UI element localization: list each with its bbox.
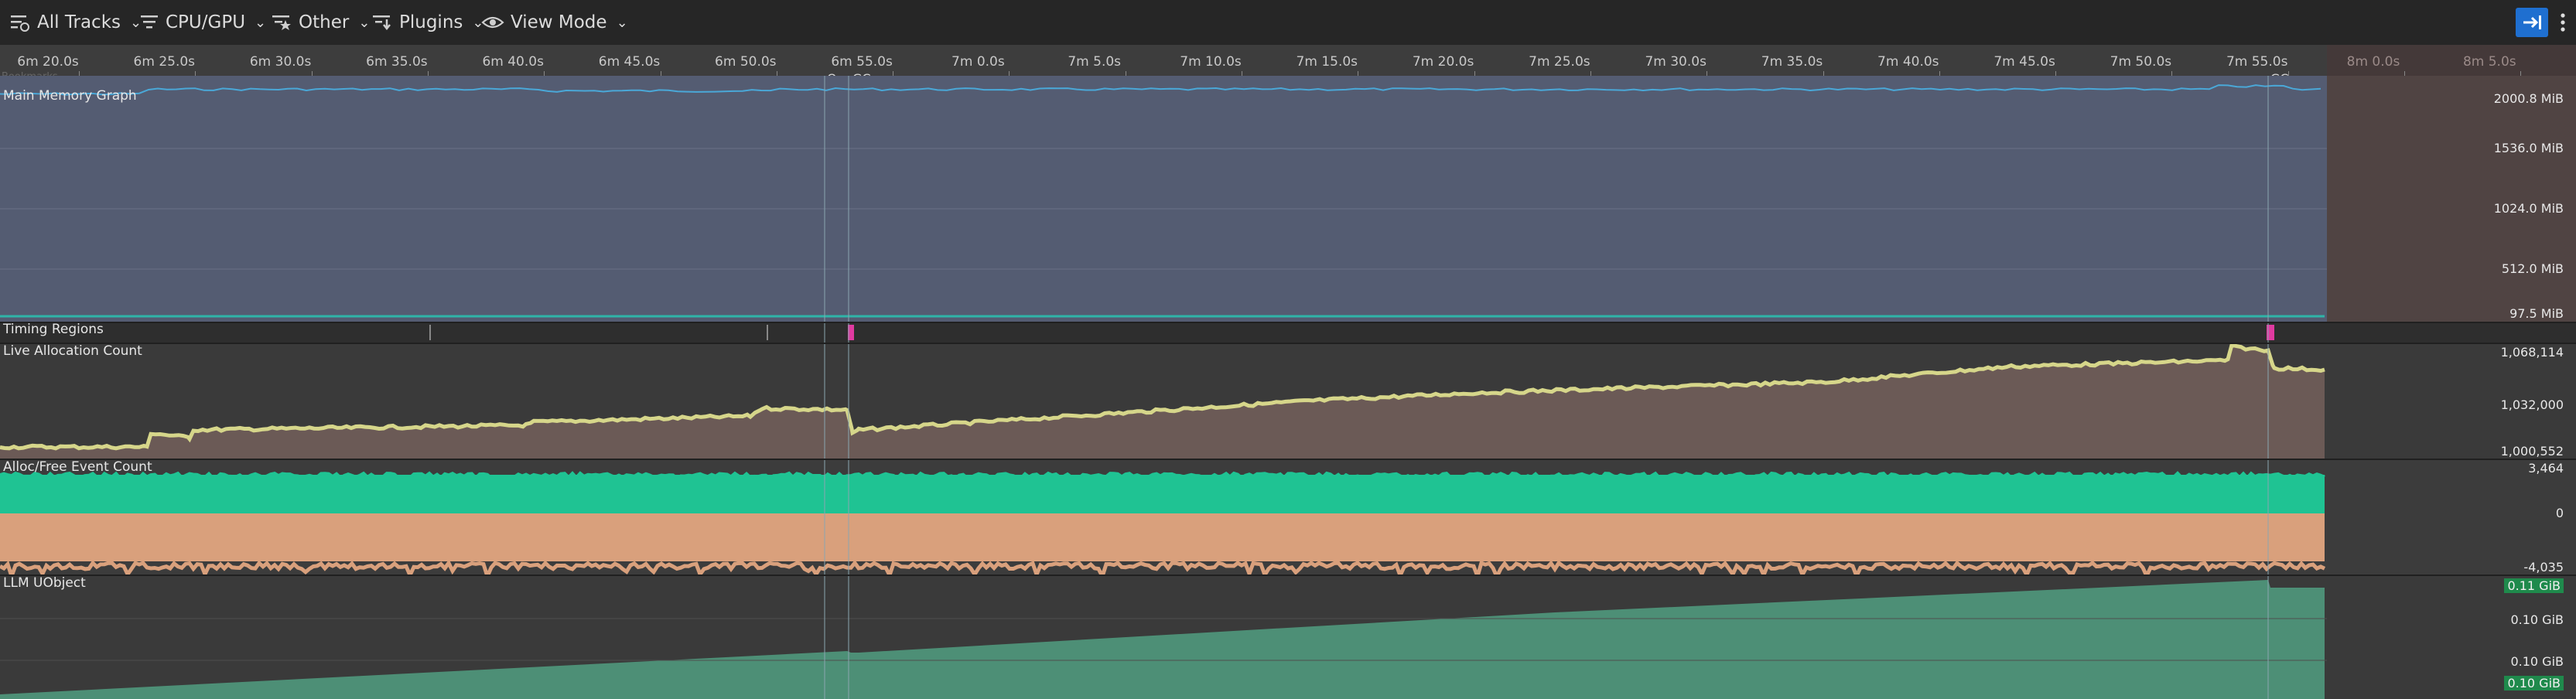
main-memory-area <box>0 76 2327 322</box>
chevron-down-icon: ⌄ <box>616 14 628 31</box>
plugins-button[interactable]: Plugins ⌄ <box>371 6 483 39</box>
memory-axis-label: 97.5 MiB <box>2509 306 2564 321</box>
eye-icon <box>481 16 504 29</box>
lane-separator <box>0 343 2576 344</box>
chevron-down-icon: ⌄ <box>255 14 267 31</box>
time-tick-label: 6m 25.0s <box>133 54 196 70</box>
view-mode-button[interactable]: View Mode ⌄ <box>481 6 628 39</box>
tracks-filter-icon <box>11 15 29 32</box>
memory-axis-label: 1536.0 MiB <box>2493 141 2564 155</box>
all-tracks-button[interactable]: All Tracks ⌄ <box>9 6 142 39</box>
time-tick-label: 7m 35.0s <box>1761 54 1823 70</box>
view-mode-label: View Mode <box>511 12 607 32</box>
memory-axis-label: 2000.8 MiB <box>2493 91 2564 106</box>
time-tick-label: 7m 45.0s <box>1993 54 2055 70</box>
time-tick-label: 7m 55.0s <box>2226 54 2288 70</box>
time-tick-label: 7m 30.0s <box>1645 54 1707 70</box>
alloc-axis-label: 0 <box>2555 506 2564 520</box>
cpu-gpu-button[interactable]: CPU/GPU ⌄ <box>139 6 266 39</box>
time-tick-label: 7m 20.0s <box>1412 54 1474 70</box>
lane-separator <box>0 459 2576 460</box>
track-title-main-memory[interactable]: Main Memory Graph <box>3 88 137 104</box>
alloc-negative-area <box>0 513 2325 561</box>
kebab-icon <box>2561 13 2565 32</box>
llm-axis-value: 0.11 GiB <box>2504 578 2564 593</box>
track-title-alloc-free[interactable]: Alloc/Free Event Count <box>3 459 152 475</box>
time-tick-label: 7m 40.0s <box>1877 54 1939 70</box>
lane-separator <box>0 322 2576 323</box>
plugins-label: Plugins <box>399 12 463 32</box>
time-tick-label: 6m 45.0s <box>598 54 661 70</box>
live-axis-label: 1,000,552 <box>2500 444 2564 459</box>
time-tick-label: 6m 35.0s <box>366 54 428 70</box>
track-title-llm-uobject[interactable]: LLM UObject <box>3 575 86 591</box>
time-tick-label: 6m 55.0s <box>831 54 893 70</box>
memory-axis-label: 512.0 MiB <box>2501 261 2564 276</box>
time-tick-label: 8m 0.0s <box>2346 54 2400 70</box>
lane-separator <box>0 575 2576 576</box>
time-tick-label: 7m 50.0s <box>2110 54 2172 70</box>
time-tick-label: 7m 5.0s <box>1068 54 1122 70</box>
alloc-axis-label: 3,464 <box>2528 461 2564 476</box>
filter-star-icon <box>272 15 291 30</box>
time-tick-label: 7m 15.0s <box>1296 54 1358 70</box>
toolbar: All Tracks ⌄ CPU/GPU ⌄ Other ⌄ Plugins ⌄ <box>0 0 2576 45</box>
filter-lines-icon <box>141 15 158 29</box>
other-button[interactable]: Other ⌄ <box>271 6 370 39</box>
time-tick-label: 6m 40.0s <box>482 54 544 70</box>
all-tracks-label: All Tracks <box>37 12 121 32</box>
filter-download-icon <box>373 15 391 31</box>
llm-axis-label-max: 0.11 GiB <box>2504 578 2564 593</box>
time-tick-label: 6m 50.0s <box>715 54 777 70</box>
memory-axis-label: 1024.0 MiB <box>2493 201 2564 216</box>
track-title-timing-regions[interactable]: Timing Regions <box>3 322 104 337</box>
time-tick-label: 6m 30.0s <box>249 54 312 70</box>
live-axis-label: 1,032,000 <box>2500 397 2564 412</box>
timing-regions-lane <box>0 322 2576 343</box>
llm-axis-label: 0.10 GiB <box>2510 654 2564 669</box>
tracks-graph-area[interactable] <box>0 76 2576 699</box>
llm-axis-value: 0.10 GiB <box>2504 676 2564 690</box>
cpu-gpu-label: CPU/GPU <box>166 12 246 32</box>
time-tick-label: 6m 20.0s <box>17 54 79 70</box>
time-tick-label: 7m 25.0s <box>1529 54 1590 70</box>
llm-axis-label-min: 0.10 GiB <box>2504 676 2564 690</box>
alloc-axis-label: -4,035 <box>2523 560 2564 575</box>
other-label: Other <box>299 12 350 32</box>
llm-axis-label: 0.10 GiB <box>2510 612 2564 627</box>
track-title-live-allocation[interactable]: Live Allocation Count <box>3 343 142 359</box>
time-tick-label: 7m 10.0s <box>1180 54 1242 70</box>
time-tick-label: 7m 0.0s <box>951 54 1005 70</box>
arrow-to-right-icon <box>2523 15 2541 29</box>
more-options-button[interactable] <box>2557 11 2568 34</box>
live-axis-label: 1,068,114 <box>2500 345 2564 360</box>
time-tick-label: 8m 5.0s <box>2462 54 2516 70</box>
chevron-down-icon: ⌄ <box>358 14 371 31</box>
toggle-panel-button[interactable] <box>2516 8 2548 37</box>
